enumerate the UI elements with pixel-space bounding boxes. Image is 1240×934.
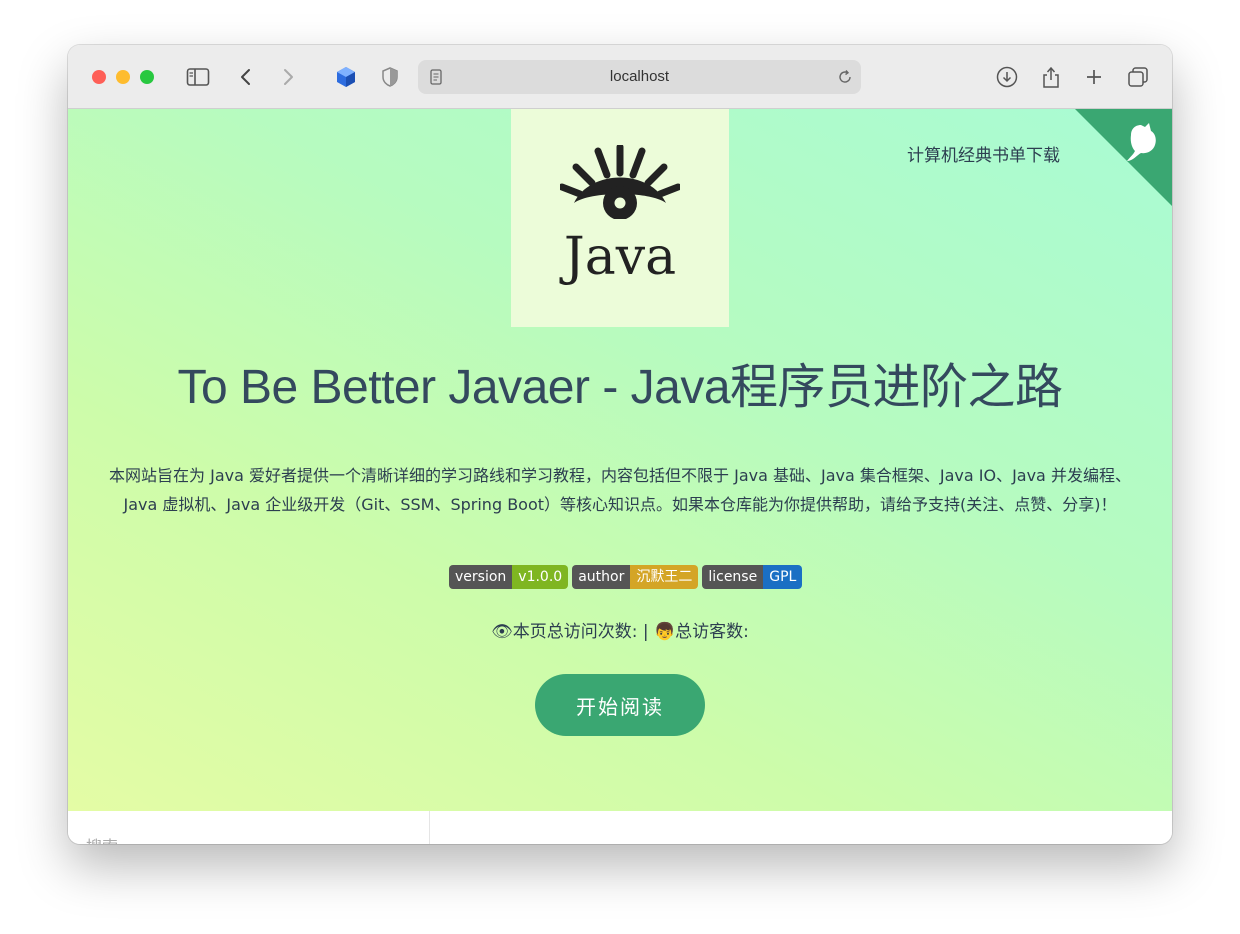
version-badge[interactable]: version v1.0.0 <box>449 565 569 589</box>
visitors-label: 总访客数: <box>675 622 749 642</box>
sidebar-divider <box>429 811 430 844</box>
badge-value: 沉默王二 <box>630 565 699 589</box>
visitor-person-icon: 👦 <box>653 622 676 642</box>
badge-key: author <box>572 565 631 589</box>
badge-key: license <box>702 565 764 589</box>
booklist-download-link[interactable]: 计算机经典书单下载 <box>907 141 1060 166</box>
license-badge[interactable]: license GPL <box>702 565 803 589</box>
author-badge[interactable]: author 沉默王二 <box>572 565 699 589</box>
share-icon[interactable] <box>1035 61 1067 93</box>
browser-window: localhost Java 计算机经典书单下载 To Be Better Ja… <box>68 45 1172 844</box>
page-content: Java 计算机经典书单下载 To Be Better Javaer - Jav… <box>68 109 1172 844</box>
new-tab-icon[interactable] <box>1078 61 1110 93</box>
zoom-window-button[interactable] <box>140 70 154 84</box>
java-logo: Java <box>511 109 729 327</box>
cover-hero: Java 计算机经典书单下载 To Be Better Javaer - Jav… <box>68 109 1172 811</box>
logo-text: Java <box>563 227 677 287</box>
page-visits-label: 本页总访问次数: <box>512 622 638 642</box>
visit-counter: 👁本页总访问次数: | 👦总访客数: <box>68 617 1172 642</box>
site-description: 本网站旨在为 Java 爱好者提供一个清晰详细的学习路线和学习教程，内容包括但不… <box>109 466 1131 514</box>
eye-logo-icon <box>560 145 680 219</box>
badge-row: version v1.0.0 author 沉默王二 license GPL <box>449 565 803 589</box>
search-input[interactable]: 搜索 <box>86 833 118 844</box>
address-bar[interactable]: localhost <box>418 60 861 94</box>
back-icon[interactable] <box>230 61 262 93</box>
badge-key: version <box>449 565 513 589</box>
github-corner[interactable] <box>1075 109 1172 206</box>
browser-toolbar: localhost <box>68 45 1172 109</box>
badge-value: GPL <box>763 565 803 589</box>
reload-icon[interactable] <box>837 69 853 89</box>
privacy-shield-icon[interactable] <box>374 61 406 93</box>
extension-cube-icon[interactable] <box>330 61 362 93</box>
url-text[interactable]: localhost <box>418 60 861 94</box>
main-layout: 搜索 <box>68 811 1172 844</box>
badge-value: v1.0.0 <box>512 565 569 589</box>
forward-icon[interactable] <box>272 61 304 93</box>
minimize-window-button[interactable] <box>116 70 130 84</box>
start-reading-button[interactable]: 开始阅读 <box>535 674 705 736</box>
download-icon[interactable] <box>991 61 1023 93</box>
tab-overview-icon[interactable] <box>1122 61 1154 93</box>
sidebar-toggle-icon[interactable] <box>182 61 214 93</box>
visits-separator: | <box>642 622 649 642</box>
eye-icon: 👁 <box>491 622 513 642</box>
page-title: To Be Better Javaer - Java程序员进阶之路 <box>177 361 1063 414</box>
close-window-button[interactable] <box>92 70 106 84</box>
